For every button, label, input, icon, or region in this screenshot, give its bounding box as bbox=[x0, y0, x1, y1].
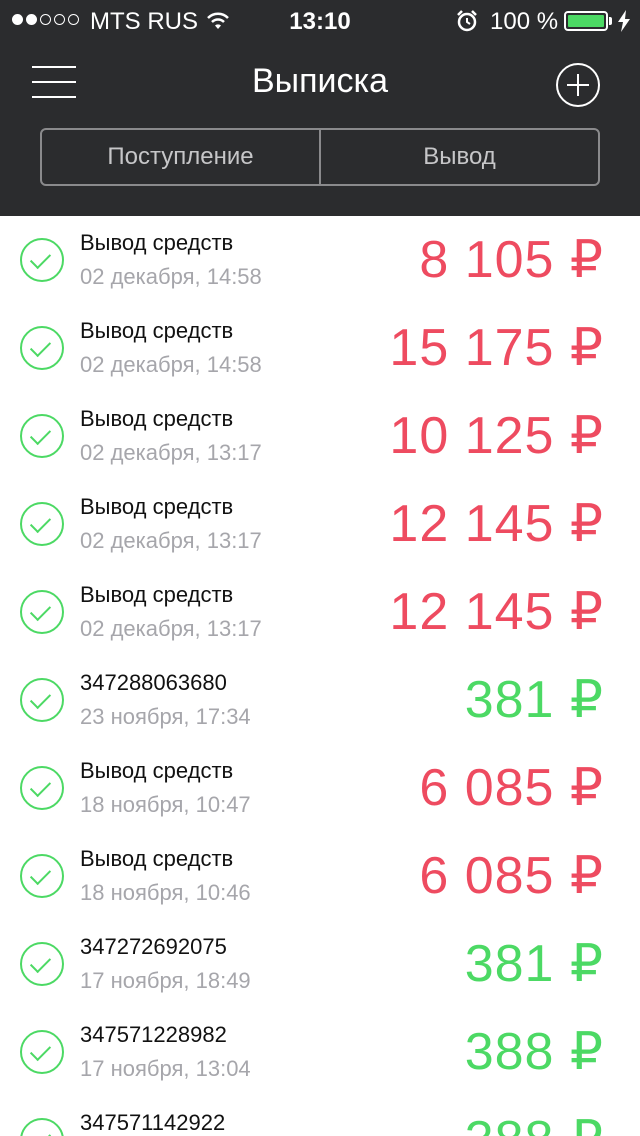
transaction-row[interactable]: 347571228982 17 ноября, 13:04 388 ₽ bbox=[0, 1008, 640, 1096]
battery-percent: 100 % bbox=[490, 8, 559, 35]
transaction-date: 02 декабря, 14:58 bbox=[80, 264, 262, 289]
transaction-title: Вывод средств bbox=[80, 582, 234, 607]
check-icon bbox=[20, 414, 64, 458]
check-icon bbox=[20, 590, 64, 634]
transaction-amount: 10 125 ₽ bbox=[389, 407, 604, 465]
transaction-title: Вывод средств bbox=[80, 846, 234, 871]
add-icon[interactable] bbox=[556, 63, 600, 107]
check-icon bbox=[20, 1030, 64, 1074]
transaction-date: 23 ноября, 17:34 bbox=[80, 704, 251, 729]
transaction-date: 17 ноября, 18:49 bbox=[80, 968, 251, 993]
transaction-amount: 15 175 ₽ bbox=[389, 319, 604, 377]
transaction-row[interactable]: 347272692075 17 ноября, 18:49 381 ₽ bbox=[0, 920, 640, 1008]
transaction-title: 347288063680 bbox=[80, 670, 227, 695]
segment-withdrawal[interactable]: Вывод bbox=[319, 130, 598, 184]
transaction-title: Вывод средств bbox=[80, 494, 234, 519]
alarm-icon bbox=[455, 9, 479, 40]
transaction-amount: 381 ₽ bbox=[464, 671, 604, 729]
transaction-amount: 6 085 ₽ bbox=[419, 847, 604, 905]
check-icon bbox=[20, 766, 64, 810]
transaction-date: 02 декабря, 13:17 bbox=[80, 616, 262, 641]
transaction-amount: 12 145 ₽ bbox=[389, 583, 604, 641]
check-icon bbox=[20, 942, 64, 986]
transaction-row[interactable]: Вывод средств 02 декабря, 14:58 15 175 ₽ bbox=[0, 304, 640, 392]
transaction-date: 02 декабря, 14:58 bbox=[80, 352, 262, 377]
transaction-amount: 8 105 ₽ bbox=[419, 231, 604, 289]
transaction-date: 02 декабря, 13:17 bbox=[80, 440, 262, 465]
transaction-title: 347571228982 bbox=[80, 1022, 227, 1047]
transaction-date: 18 ноября, 10:46 bbox=[80, 880, 251, 905]
transaction-amount: 381 ₽ bbox=[464, 935, 604, 993]
transaction-title: 347272692075 bbox=[80, 934, 227, 959]
battery-tip bbox=[609, 17, 612, 25]
transaction-row[interactable]: Вывод средств 02 декабря, 13:17 12 145 ₽ bbox=[0, 480, 640, 568]
transaction-amount: 388 ₽ bbox=[464, 1023, 604, 1081]
transaction-row[interactable]: 347288063680 23 ноября, 17:34 381 ₽ bbox=[0, 656, 640, 744]
transaction-amount: 12 145 ₽ bbox=[389, 495, 604, 553]
check-icon bbox=[20, 238, 64, 282]
status-bar: MTS RUS 13:10 100 % bbox=[0, 0, 640, 40]
transaction-date: 18 ноября, 10:47 bbox=[80, 792, 251, 817]
segmented-control: Поступление Вывод bbox=[40, 128, 600, 186]
transaction-row[interactable]: Вывод средств 18 ноября, 10:47 6 085 ₽ bbox=[0, 744, 640, 832]
transaction-row[interactable]: 347571142922 388 ₽ bbox=[0, 1096, 640, 1136]
check-icon bbox=[20, 502, 64, 546]
transaction-title: Вывод средств bbox=[80, 318, 234, 343]
transaction-row[interactable]: Вывод средств 02 декабря, 13:17 12 145 ₽ bbox=[0, 568, 640, 656]
check-icon bbox=[20, 854, 64, 898]
transaction-row[interactable]: Вывод средств 02 декабря, 14:58 8 105 ₽ bbox=[0, 216, 640, 304]
transaction-date: 17 ноября, 13:04 bbox=[80, 1056, 251, 1081]
transaction-row[interactable]: Вывод средств 02 декабря, 13:17 10 125 ₽ bbox=[0, 392, 640, 480]
battery-icon bbox=[564, 11, 608, 31]
page-title: Выписка bbox=[251, 62, 389, 100]
transaction-amount: 388 ₽ bbox=[465, 1110, 604, 1136]
transaction-list[interactable]: Вывод средств 02 декабря, 14:58 8 105 ₽ Выв… bbox=[0, 216, 640, 1136]
check-icon bbox=[20, 678, 64, 722]
transaction-title: Вывод средств bbox=[80, 230, 234, 255]
transaction-row[interactable]: Вывод средств 18 ноября, 10:46 6 085 ₽ bbox=[0, 832, 640, 920]
transaction-title: Вывод средств bbox=[80, 758, 234, 783]
transaction-title: 347571142922 bbox=[80, 1110, 226, 1135]
charging-icon bbox=[617, 10, 631, 39]
check-icon bbox=[20, 1118, 64, 1136]
segment-income[interactable]: Поступление bbox=[42, 130, 319, 184]
transaction-title: Вывод средств bbox=[80, 406, 234, 431]
transaction-date: 02 декабря, 13:17 bbox=[80, 528, 262, 553]
battery-level bbox=[568, 15, 604, 27]
check-icon bbox=[20, 326, 64, 370]
transaction-amount: 6 085 ₽ bbox=[419, 759, 604, 817]
header: MTS RUS 13:10 100 % Выписка Поступление … bbox=[0, 0, 640, 216]
